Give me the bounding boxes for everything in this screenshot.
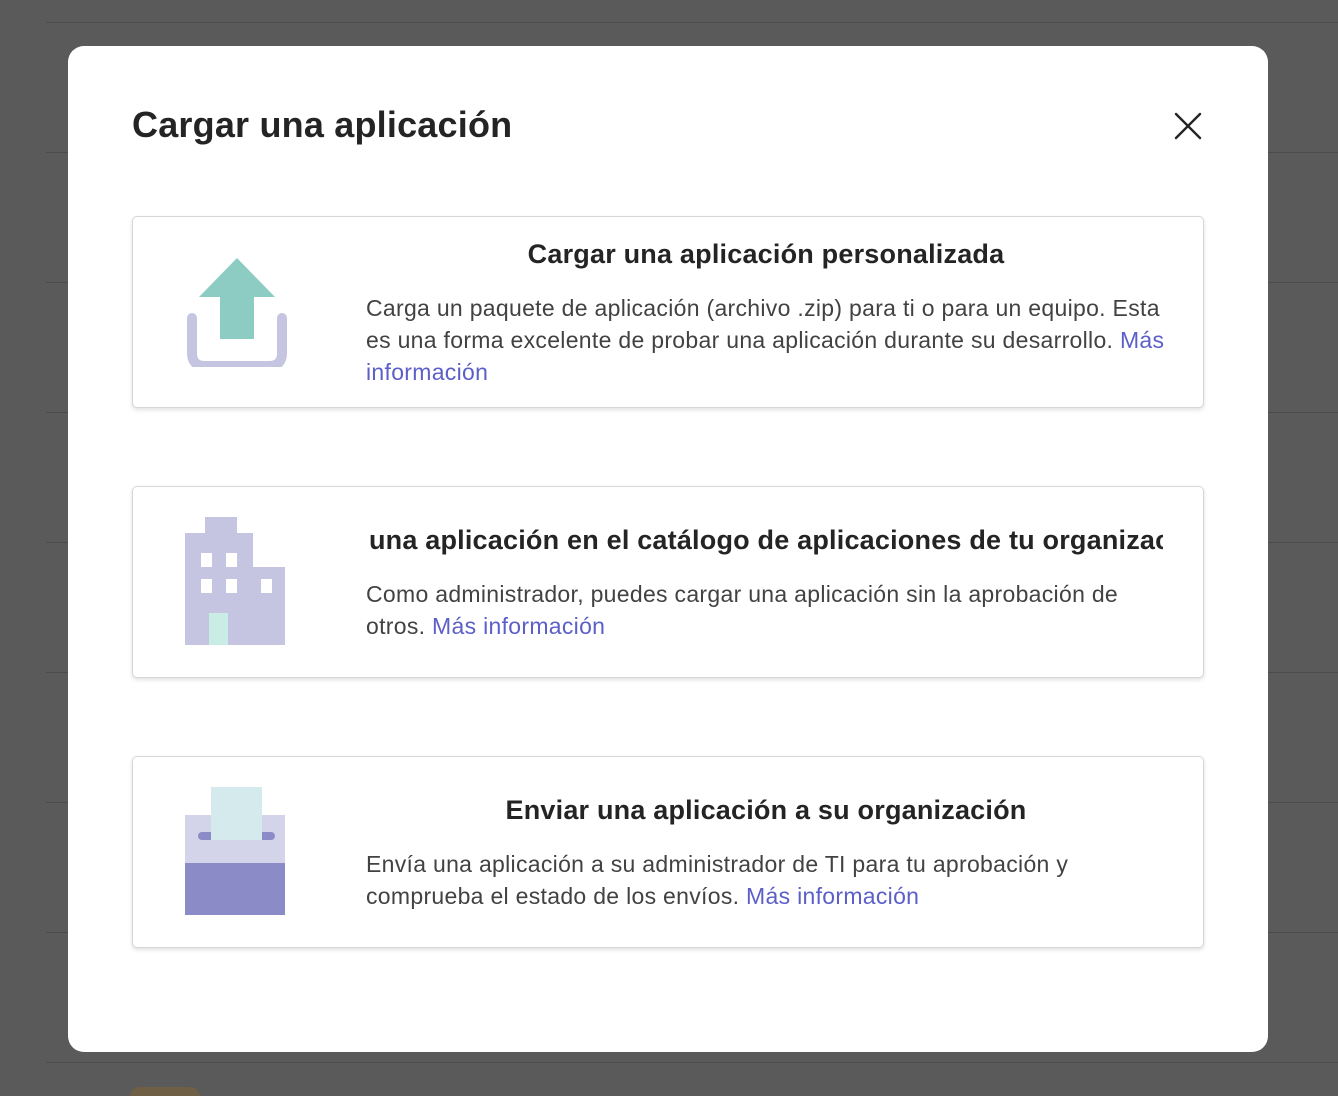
option-title: Cargar una aplicación personalizada bbox=[527, 239, 1005, 269]
option-upload-org-catalog[interactable]: Cargar una aplicación en el catálogo de … bbox=[132, 486, 1204, 678]
close-icon bbox=[1174, 112, 1202, 140]
option-text: Cargar una aplicación en el catálogo de … bbox=[366, 525, 1166, 642]
learn-more-link[interactable]: Más información bbox=[432, 613, 605, 639]
option-upload-custom-app[interactable]: Cargar una aplicación personalizada Carg… bbox=[132, 216, 1204, 408]
submit-box-icon bbox=[185, 787, 289, 922]
upload-icon bbox=[185, 257, 289, 372]
option-submit-to-org[interactable]: Enviar una aplicación a su organización … bbox=[132, 756, 1204, 948]
background-divider bbox=[46, 22, 1338, 23]
background-divider bbox=[46, 1062, 1338, 1063]
option-text: Enviar una aplicación a su organización … bbox=[366, 795, 1166, 912]
building-icon bbox=[185, 517, 289, 652]
option-title: Cargar una aplicación en el catálogo de … bbox=[366, 525, 1163, 555]
dialog-title: Cargar una aplicación bbox=[132, 104, 513, 145]
option-title: Enviar una aplicación a su organización bbox=[505, 795, 1027, 825]
learn-more-link[interactable]: Más información bbox=[746, 883, 919, 909]
option-description: Como administrador, puedes cargar una ap… bbox=[366, 581, 1119, 639]
option-text: Cargar una aplicación personalizada Carg… bbox=[366, 239, 1166, 388]
option-description: Envía una aplicación a su administrador … bbox=[366, 851, 1069, 909]
background-badge bbox=[130, 1087, 200, 1096]
close-button[interactable] bbox=[1166, 104, 1210, 148]
option-description: Carga un paquete de aplicación (archivo … bbox=[366, 295, 1165, 385]
upload-app-dialog: Cargar una aplicación Cargar una aplicac… bbox=[68, 46, 1268, 1052]
